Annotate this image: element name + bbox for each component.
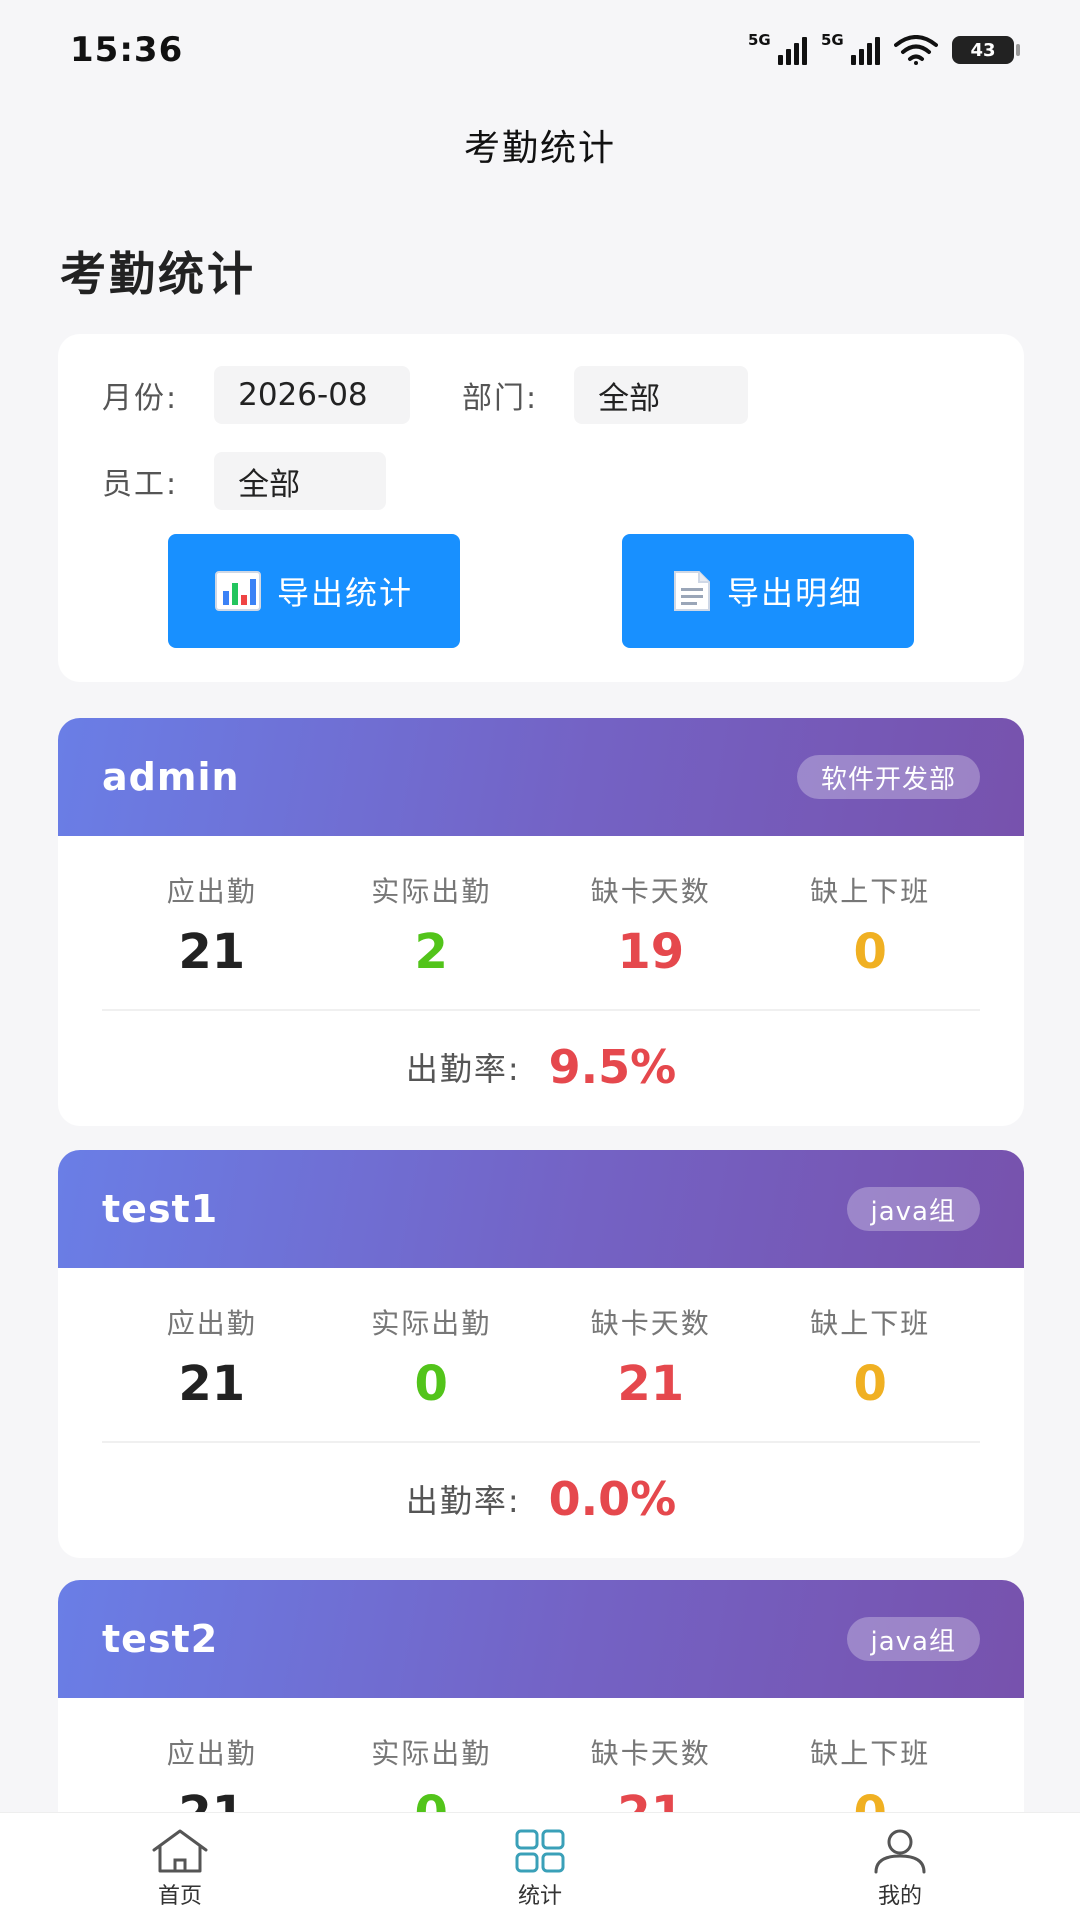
stat-label: 缺上下班 — [810, 1737, 931, 1770]
stat-label: 实际出勤 — [371, 1307, 492, 1340]
month-picker[interactable]: 2026-08 — [214, 366, 411, 424]
stat-label: 缺上下班 — [810, 875, 931, 908]
stat-value: 0 — [414, 1356, 448, 1412]
employee-name: test2 — [102, 1617, 219, 1661]
signal-icon: 5G — [748, 31, 807, 65]
dept-picker[interactable]: 全部 — [574, 366, 749, 424]
stat-value: 2 — [414, 924, 448, 980]
stats-row: 应出勤 21 实际出勤 0 缺卡天数 21 缺上下班 0 — [102, 1268, 980, 1443]
export-detail-label: 导出明细 — [726, 574, 863, 612]
bar-chart-icon — [214, 571, 261, 611]
stat-expected: 应出勤 21 — [102, 836, 322, 1009]
attendance-rate-label: 出勤率: — [405, 1050, 521, 1088]
status-bar: 15:36 5G 5G 43 — [0, 0, 1080, 100]
employee-card[interactable]: admin 软件开发部 应出勤 21 实际出勤 2 缺卡天数 19 缺上下班 0… — [58, 718, 1024, 1126]
user-icon — [874, 1829, 926, 1873]
stat-value: 19 — [617, 924, 685, 980]
stat-label: 应出勤 — [166, 875, 257, 908]
filter-row-dept: 部门: 全部 — [462, 366, 749, 424]
stat-value: 0 — [853, 1356, 887, 1412]
grid-icon — [515, 1829, 565, 1872]
home-icon — [152, 1829, 208, 1872]
status-icons: 5G 5G 43 — [748, 31, 1020, 65]
employee-label: 员工: — [102, 467, 179, 502]
document-icon — [673, 571, 710, 611]
filter-card: 月份: 2026-08 部门: 全部 员工: 全部 导出统计 导出明细 — [58, 334, 1024, 682]
stat-label: 缺卡天数 — [590, 875, 711, 908]
stat-value: 21 — [178, 924, 246, 980]
tab-label: 我的 — [877, 1883, 922, 1909]
tab-label: 统计 — [517, 1883, 562, 1909]
month-label: 月份: — [102, 381, 179, 416]
filter-row-month: 月份: 2026-08 — [102, 366, 411, 424]
stat-label: 实际出勤 — [371, 1737, 492, 1770]
department-badge: java组 — [846, 1187, 980, 1231]
stat-label: 应出勤 — [166, 1737, 257, 1770]
signal-label: 5G — [821, 31, 844, 49]
stat-missing-shifts: 缺上下班 0 — [761, 836, 981, 1009]
stat-missing-days: 缺卡天数 21 — [541, 1268, 761, 1441]
tab-home[interactable]: 首页 — [0, 1813, 360, 1920]
signal-label: 5G — [748, 31, 771, 49]
export-stats-label: 导出统计 — [276, 574, 413, 612]
stat-value: 21 — [178, 1356, 246, 1412]
employee-card-header: admin 软件开发部 — [58, 718, 1024, 836]
stats-row: 应出勤 21 实际出勤 2 缺卡天数 19 缺上下班 0 — [102, 836, 980, 1011]
nav-title: 考勤统计 — [463, 128, 616, 169]
stat-label: 缺卡天数 — [590, 1307, 711, 1340]
attendance-rate-value: 0.0% — [548, 1472, 677, 1526]
tab-label: 首页 — [157, 1883, 202, 1909]
stat-missing-days: 缺卡天数 19 — [541, 836, 761, 1009]
stat-actual: 实际出勤 0 — [322, 1268, 542, 1441]
stat-label: 实际出勤 — [371, 875, 492, 908]
stat-actual: 实际出勤 2 — [322, 836, 542, 1009]
tab-stats[interactable]: 统计 — [360, 1813, 720, 1920]
department-badge: 软件开发部 — [796, 755, 980, 799]
attendance-rate-label: 出勤率: — [405, 1482, 521, 1520]
employee-card-header: test1 java组 — [58, 1150, 1024, 1268]
filter-row-employee: 员工: 全部 — [102, 452, 387, 510]
page-title: 考勤统计 — [60, 247, 256, 301]
attendance-rate-value: 9.5% — [548, 1040, 677, 1094]
attendance-rate-row: 出勤率: 9.5% — [58, 1011, 1024, 1123]
stat-label: 应出勤 — [166, 1307, 257, 1340]
export-detail-button[interactable]: 导出明细 — [622, 534, 914, 648]
employee-picker[interactable]: 全部 — [214, 452, 387, 510]
tab-profile[interactable]: 我的 — [720, 1813, 1080, 1920]
attendance-rate-row: 出勤率: 0.0% — [58, 1443, 1024, 1555]
wifi-icon — [894, 35, 938, 65]
stat-label: 缺上下班 — [810, 1307, 931, 1340]
employee-name: test1 — [102, 1187, 219, 1231]
dept-label: 部门: — [462, 381, 539, 416]
employee-card[interactable]: test1 java组 应出勤 21 实际出勤 0 缺卡天数 21 缺上下班 0… — [58, 1150, 1024, 1558]
stat-expected: 应出勤 21 — [102, 1268, 322, 1441]
stat-value: 21 — [617, 1356, 685, 1412]
stat-label: 缺卡天数 — [590, 1737, 711, 1770]
export-stats-button[interactable]: 导出统计 — [168, 534, 460, 648]
employee-name: admin — [102, 755, 240, 799]
battery-icon: 43 — [952, 36, 1020, 64]
battery-level: 43 — [970, 39, 996, 61]
employee-card-header: test2 java组 — [58, 1580, 1024, 1698]
signal-icon: 5G — [821, 31, 880, 65]
status-time: 15:36 — [70, 30, 184, 70]
nav-bar: 考勤统计 — [0, 100, 1080, 190]
stat-value: 0 — [853, 924, 887, 980]
stat-missing-shifts: 缺上下班 0 — [761, 1268, 981, 1441]
tab-bar: 首页 统计 我的 — [0, 1812, 1080, 1920]
department-badge: java组 — [846, 1617, 980, 1661]
